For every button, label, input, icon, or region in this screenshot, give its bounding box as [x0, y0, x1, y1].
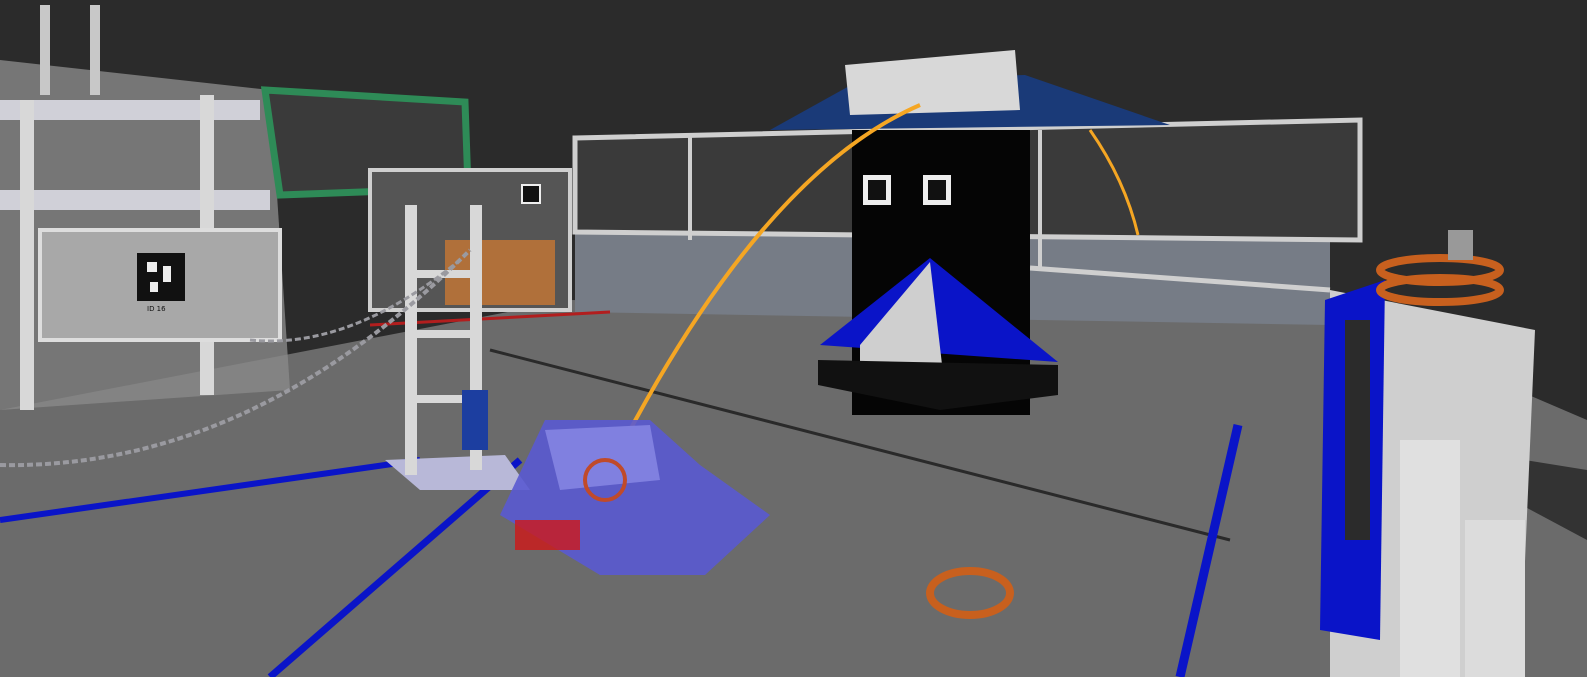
- apriltag-label: ID 16: [147, 305, 166, 313]
- 3d-field-viewport[interactable]: ID 16: [0, 0, 1587, 677]
